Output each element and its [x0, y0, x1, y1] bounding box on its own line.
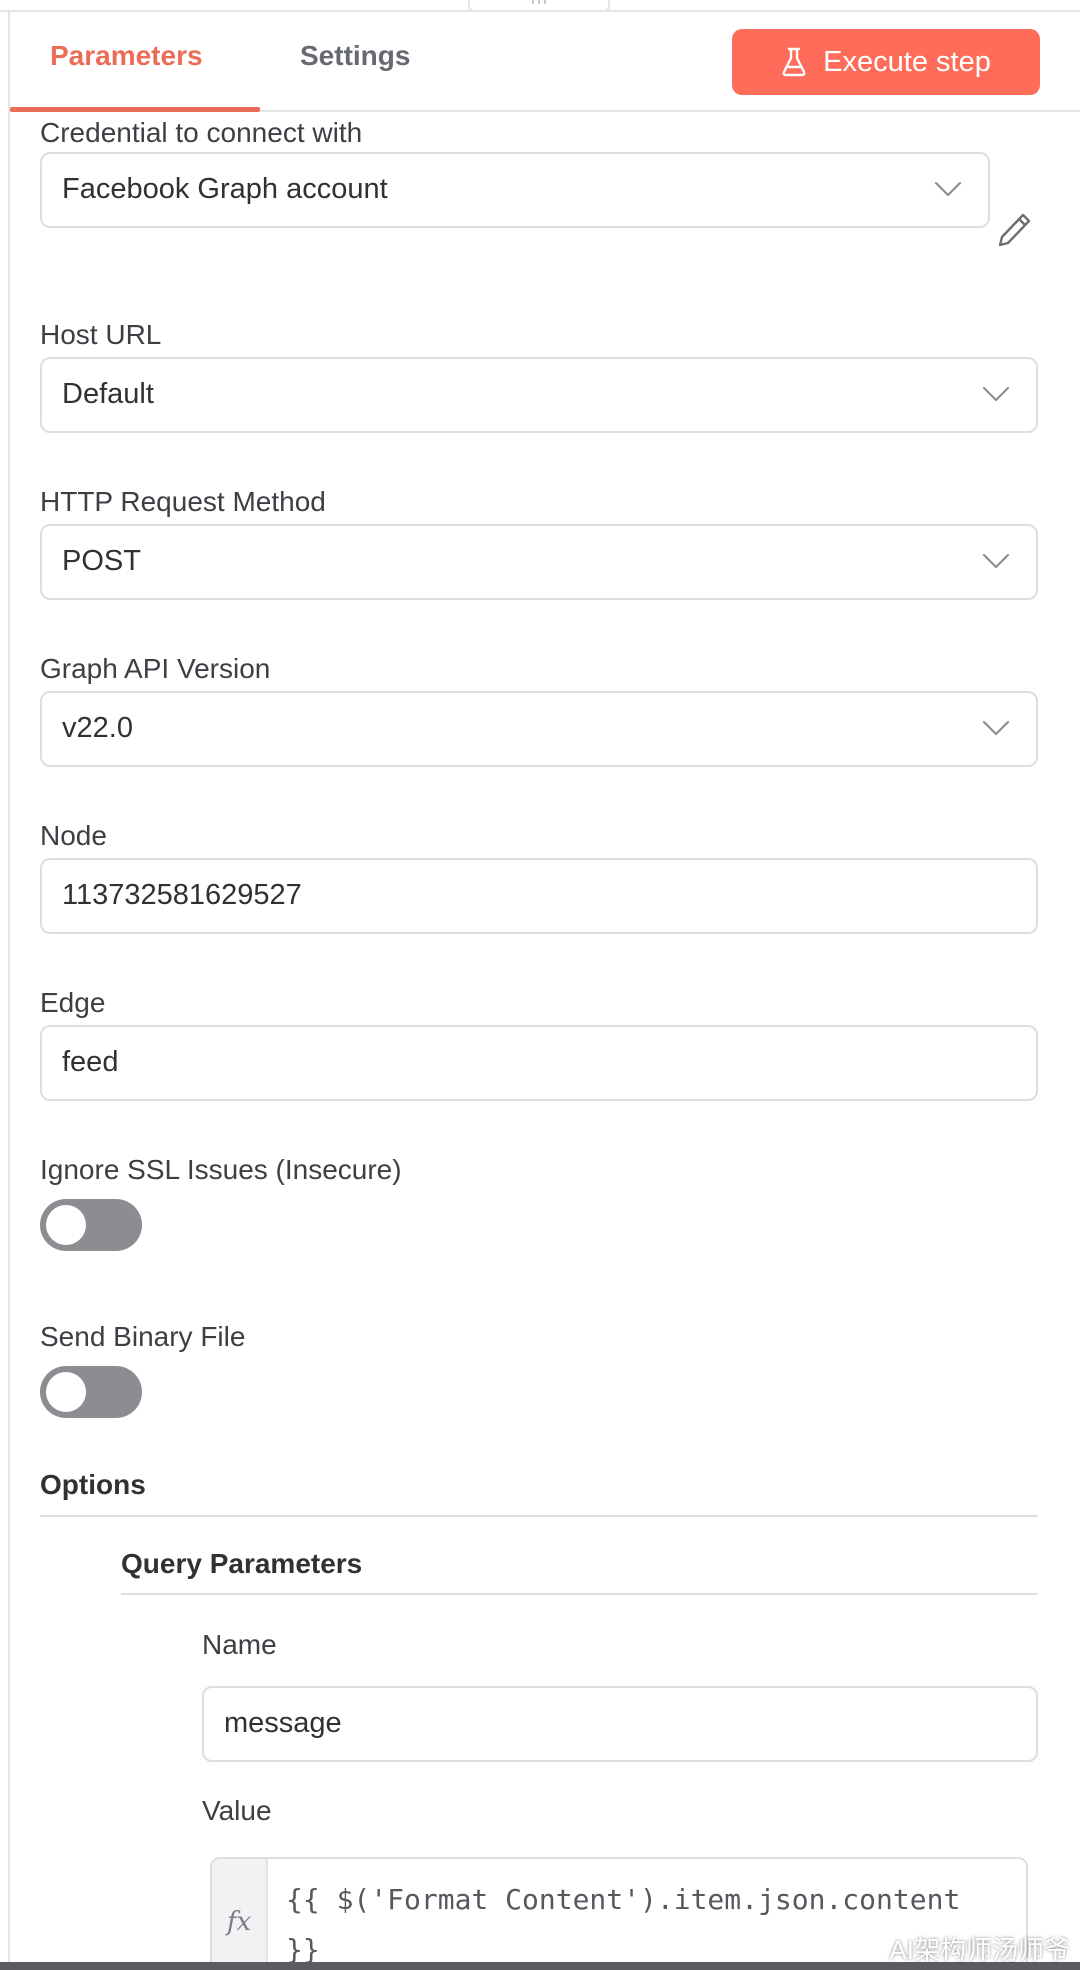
parameters-panel: Parameters Settings Execute step Credent…: [8, 12, 1080, 1970]
send-binary-label: Send Binary File: [40, 1321, 246, 1352]
graph-version-label: Graph API Version: [40, 653, 271, 684]
fx-icon: fx: [212, 1859, 268, 1970]
options-divider: [40, 1515, 1038, 1517]
pencil-icon[interactable]: [996, 210, 1034, 250]
chevron-down-icon: [982, 720, 1010, 736]
query-parameters-title: Query Parameters: [121, 1548, 363, 1579]
http-method-select[interactable]: POST: [40, 524, 1038, 600]
node-label: Node: [40, 820, 107, 851]
host-url-label: Host URL: [40, 319, 162, 350]
send-binary-toggle[interactable]: [40, 1366, 142, 1418]
chevron-down-icon: [982, 553, 1010, 569]
credential-label: Credential to connect with: [40, 117, 363, 148]
param-name-input[interactable]: message: [202, 1686, 1038, 1762]
http-method-value: POST: [62, 545, 141, 577]
toggle-knob: [46, 1372, 86, 1412]
grip-icon: [532, 0, 546, 4]
edge-value: feed: [62, 1046, 119, 1078]
options-title: Options: [40, 1469, 146, 1500]
tab-parameters[interactable]: Parameters: [50, 40, 203, 72]
credential-select[interactable]: Facebook Graph account: [40, 152, 990, 228]
param-value-label: Value: [202, 1795, 272, 1826]
credential-value: Facebook Graph account: [62, 173, 388, 205]
execute-step-button[interactable]: Execute step: [732, 29, 1040, 95]
ignore-ssl-toggle[interactable]: [40, 1199, 142, 1251]
http-method-label: HTTP Request Method: [40, 486, 326, 517]
query-parameters-divider: [121, 1593, 1038, 1595]
node-value: 113732581629527: [62, 879, 302, 911]
execute-step-label: Execute step: [823, 45, 991, 78]
chevron-down-icon: [982, 386, 1010, 402]
graph-version-select[interactable]: v22.0: [40, 691, 1038, 767]
tab-settings[interactable]: Settings: [300, 40, 410, 72]
watermark: AI架构师汤师爷: [889, 1935, 1070, 1965]
node-input[interactable]: 113732581629527: [40, 858, 1038, 934]
graph-version-value: v22.0: [62, 712, 133, 744]
host-url-select[interactable]: Default: [40, 357, 1038, 433]
top-strip: [0, 0, 1080, 12]
resize-handle[interactable]: [468, 0, 610, 12]
ignore-ssl-label: Ignore SSL Issues (Insecure): [40, 1154, 402, 1185]
chevron-down-icon: [934, 181, 962, 197]
active-tab-indicator: [10, 107, 260, 112]
host-url-value: Default: [62, 378, 154, 410]
flask-icon: [782, 47, 806, 77]
tab-bar: Parameters Settings Execute step: [10, 12, 1080, 112]
param-name-label: Name: [202, 1629, 277, 1660]
edge-label: Edge: [40, 987, 106, 1018]
edge-input[interactable]: feed: [40, 1025, 1038, 1101]
param-name-value: message: [224, 1707, 342, 1739]
toggle-knob: [46, 1205, 86, 1245]
